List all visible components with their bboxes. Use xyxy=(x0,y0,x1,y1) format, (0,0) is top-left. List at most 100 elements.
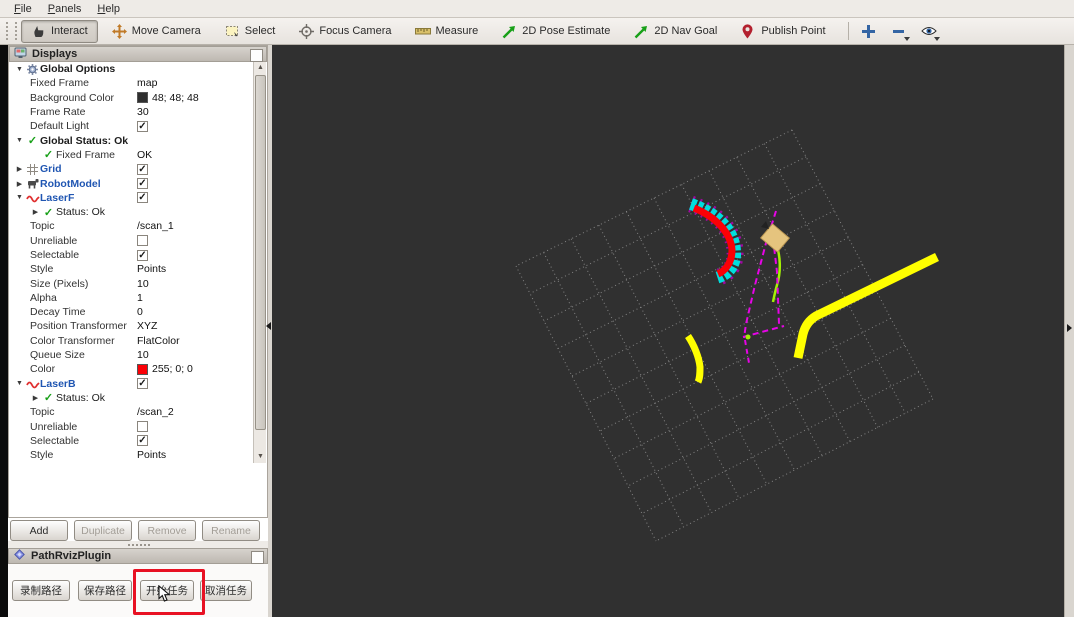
tree-row[interactable]: Decay Time 0 xyxy=(10,305,255,319)
property-value[interactable]: ✓ xyxy=(137,192,148,204)
tool-focus-camera[interactable]: Focus Camera xyxy=(289,20,401,43)
tree-row[interactable]: ▼ ✓ Global Status: Ok xyxy=(10,133,255,148)
property-value[interactable]: Points xyxy=(137,449,166,461)
scroll-up-arrow[interactable]: ▲ xyxy=(254,62,267,74)
property-value[interactable]: ✓ xyxy=(137,435,148,447)
tool-select[interactable]: Select xyxy=(215,20,286,43)
expand-arrow-icon[interactable]: ▼ xyxy=(14,380,25,387)
tree-row[interactable]: Frame Rate 30 xyxy=(10,105,255,119)
property-value[interactable] xyxy=(137,235,148,247)
tree-row[interactable]: Position Transformer XYZ xyxy=(10,319,255,333)
tool-publish-point[interactable]: Publish Point xyxy=(731,20,835,43)
tree-row[interactable]: ✓ Fixed Frame OK xyxy=(10,148,255,162)
expand-arrow-icon[interactable]: ▼ xyxy=(14,194,25,201)
tree-row[interactable]: ▼ LaserF ✓ xyxy=(10,191,255,205)
tree-row[interactable]: Color Transformer FlatColor xyxy=(10,334,255,348)
panel-splitter[interactable] xyxy=(8,541,268,548)
checkbox-checked[interactable]: ✓ xyxy=(137,178,148,190)
property-value[interactable]: 0 xyxy=(137,306,143,318)
remove-button[interactable]: Remove xyxy=(138,520,196,541)
tree-row[interactable]: ▼ LaserB ✓ xyxy=(10,377,255,391)
property-value[interactable]: map xyxy=(137,77,157,89)
plugin-button-2[interactable]: 保存路径 xyxy=(78,580,132,601)
toolbar-action-eye-icon[interactable] xyxy=(917,21,941,41)
expand-arrow-icon[interactable]: ▼ xyxy=(14,66,25,73)
scroll-down-arrow[interactable]: ▼ xyxy=(254,451,267,463)
tree-row[interactable]: Color 255; 0; 0 xyxy=(10,362,255,376)
tree-row[interactable]: Queue Size 10 xyxy=(10,348,255,362)
scroll-thumb[interactable] xyxy=(255,75,266,430)
property-value[interactable]: FlatColor xyxy=(137,335,180,347)
property-value[interactable]: ✓ xyxy=(137,120,148,132)
expand-arrow-icon[interactable]: ▼ xyxy=(14,137,25,144)
displays-panel-detach-button[interactable] xyxy=(250,49,263,62)
checkbox-checked[interactable]: ✓ xyxy=(137,120,148,132)
checkbox-checked[interactable]: ✓ xyxy=(137,163,148,175)
tree-row[interactable]: Unreliable xyxy=(10,419,255,433)
tree-row[interactable]: Default Light ✓ xyxy=(10,119,255,133)
tree-row[interactable]: Style Points xyxy=(10,448,255,462)
property-value[interactable] xyxy=(137,421,148,433)
property-value[interactable]: /scan_1 xyxy=(137,220,174,232)
rename-button[interactable]: Rename xyxy=(202,520,260,541)
tree-row[interactable]: Selectable ✓ xyxy=(10,434,255,448)
property-value[interactable]: XYZ xyxy=(137,320,157,332)
panel-collapse-strip-right[interactable] xyxy=(1064,45,1074,617)
tree-row[interactable]: Unreliable xyxy=(10,234,255,248)
plugin-button-4[interactable]: 取消任务 xyxy=(200,580,252,601)
tree-row[interactable]: ▶ ✓ Status: Ok xyxy=(10,391,255,405)
toolbar-drag-handle[interactable] xyxy=(6,22,17,40)
duplicate-button[interactable]: Duplicate xyxy=(74,520,132,541)
collapse-left-arrow-icon[interactable] xyxy=(266,322,271,330)
property-value[interactable]: 48; 48; 48 xyxy=(137,92,199,104)
tree-row[interactable]: ▼ Global Options xyxy=(10,62,255,76)
property-value[interactable]: ✓ xyxy=(137,378,148,390)
menu-help[interactable]: Help xyxy=(89,2,128,16)
checkbox-checked[interactable]: ✓ xyxy=(137,378,148,390)
collapse-arrow-icon[interactable]: ▶ xyxy=(14,180,25,188)
tree-row[interactable]: Background Color 48; 48; 48 xyxy=(10,91,255,105)
property-value[interactable]: 1 xyxy=(137,292,143,304)
toolbar-action-minus-icon[interactable] xyxy=(887,21,911,41)
3d-viewport[interactable] xyxy=(272,45,1064,617)
viewport-canvas[interactable] xyxy=(272,45,1064,617)
collapse-arrow-icon[interactable]: ▶ xyxy=(30,208,41,216)
tool-move-camera[interactable]: Move Camera xyxy=(102,20,211,43)
property-value[interactable]: 10 xyxy=(137,278,149,290)
tool-interact[interactable]: Interact xyxy=(21,19,98,43)
tree-row[interactable]: Fixed Frame map xyxy=(10,76,255,90)
property-value[interactable]: Points xyxy=(137,263,166,275)
property-value[interactable]: ✓ xyxy=(137,178,148,190)
tool-2d-pose-estimate[interactable]: 2D Pose Estimate xyxy=(492,20,620,43)
tree-row[interactable]: Topic/scan_2 xyxy=(10,405,255,419)
property-value[interactable]: OK xyxy=(137,149,152,161)
tree-row[interactable]: Alpha 1 xyxy=(10,291,255,305)
tree-row[interactable]: ▶ Grid ✓ xyxy=(10,162,255,176)
menu-panels[interactable]: Panels xyxy=(40,2,90,16)
menu-file[interactable]: File xyxy=(6,2,40,16)
plugin-panel-detach-button[interactable] xyxy=(251,551,264,564)
collapse-arrow-icon[interactable]: ▶ xyxy=(14,165,25,173)
checkbox-checked[interactable]: ✓ xyxy=(137,249,148,261)
displays-panel-header[interactable]: Displays xyxy=(9,46,267,62)
tree-row[interactable]: Size (Pixels) 10 xyxy=(10,276,255,290)
checkbox-checked[interactable]: ✓ xyxy=(137,192,148,204)
tree-row[interactable]: Style Points xyxy=(10,262,255,276)
toolbar-action-plus-icon[interactable] xyxy=(857,21,881,41)
tree-row[interactable]: Topic/scan_1 xyxy=(10,219,255,233)
tree-row[interactable]: Selectable ✓ xyxy=(10,248,255,262)
add-button[interactable]: Add xyxy=(10,520,68,541)
property-value[interactable]: ✓ xyxy=(137,163,148,175)
checkbox-unchecked[interactable] xyxy=(137,235,148,247)
checkbox-unchecked[interactable] xyxy=(137,421,148,433)
property-value[interactable]: /scan_2 xyxy=(137,406,174,418)
property-value[interactable]: ✓ xyxy=(137,249,148,261)
plugin-button-1[interactable]: 录制路径 xyxy=(12,580,70,601)
tree-row[interactable]: ▶ RobotModel ✓ xyxy=(10,176,255,190)
checkbox-checked[interactable]: ✓ xyxy=(137,435,148,447)
property-value[interactable]: 30 xyxy=(137,106,149,118)
property-value[interactable]: 10 xyxy=(137,349,149,361)
plugin-panel-header[interactable]: PathRvizPlugin xyxy=(8,548,268,564)
collapse-right-arrow-icon[interactable] xyxy=(1067,324,1072,332)
collapse-arrow-icon[interactable]: ▶ xyxy=(30,394,41,402)
